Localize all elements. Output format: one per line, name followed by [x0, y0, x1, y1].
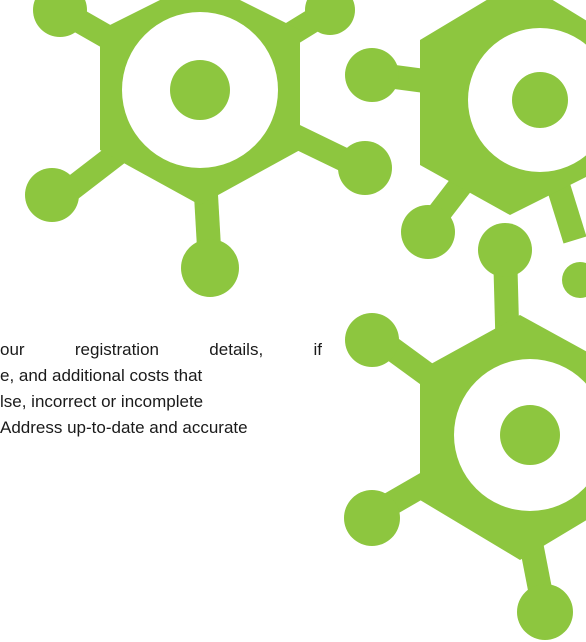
document-page: our registration details, if e, and addi…	[0, 0, 586, 642]
molecule-decoration	[25, 0, 586, 640]
molecule-1	[25, 0, 392, 297]
molecule-2	[345, 0, 586, 259]
text-line-4: Address up-to-date and accurate	[0, 418, 248, 437]
molecule-3	[344, 223, 586, 640]
text-line-1: our registration details, if	[0, 340, 322, 359]
text-line-2: e, and additional costs that	[0, 366, 203, 385]
text-line-3: lse, incorrect or incomplete	[0, 392, 204, 411]
